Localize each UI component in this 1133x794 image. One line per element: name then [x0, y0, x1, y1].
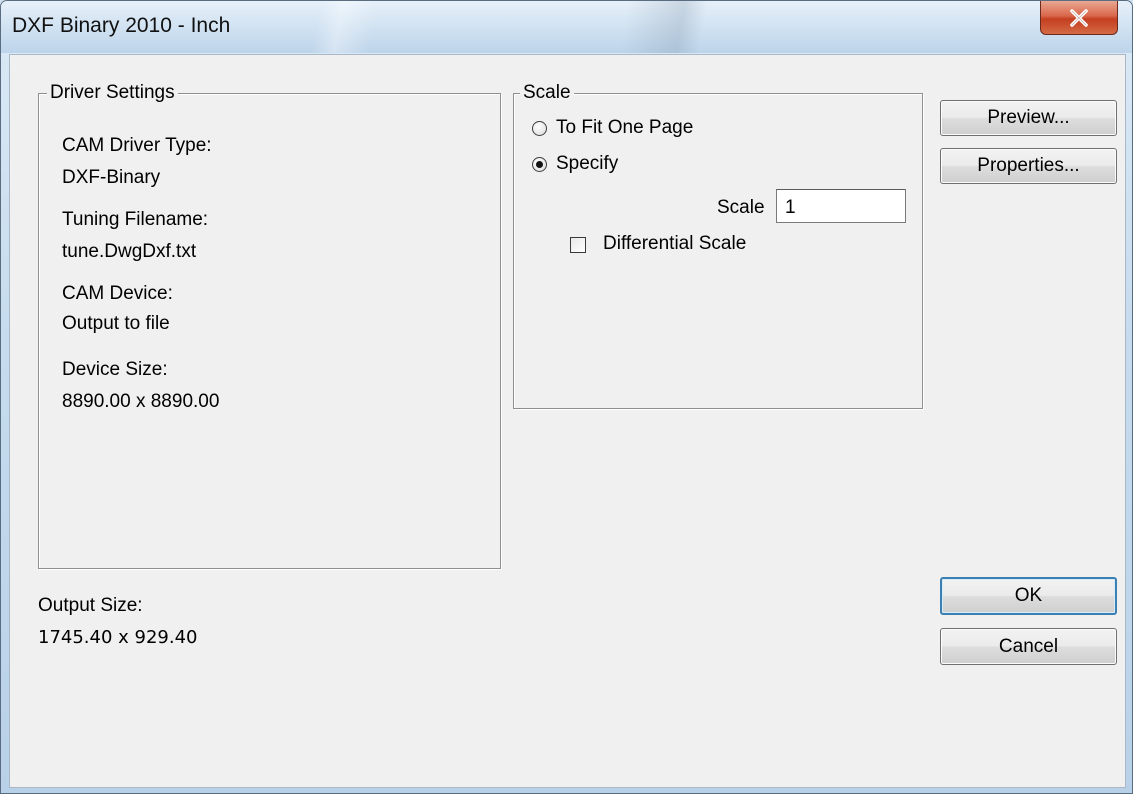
cancel-button-label: Cancel — [998, 635, 1059, 657]
radio-fit-one-page-label: To Fit One Page — [556, 117, 694, 138]
radio-specify-label: Specify — [556, 153, 619, 174]
properties-button[interactable]: Properties... — [940, 148, 1117, 184]
device-size-value: 8890.00 x 8890.00 — [62, 391, 220, 412]
radio-fit-one-page-indicator[interactable] — [532, 121, 547, 136]
radio-specify[interactable]: Specify — [532, 153, 692, 179]
ok-button[interactable]: OK — [940, 577, 1117, 615]
driver-settings-legend: Driver Settings — [47, 81, 178, 105]
differential-scale-checkbox-box[interactable] — [570, 237, 586, 253]
close-button[interactable] — [1040, 1, 1118, 35]
radio-fit-one-page[interactable]: To Fit One Page — [532, 117, 752, 143]
cancel-button[interactable]: Cancel — [940, 628, 1117, 665]
cam-device-label: CAM Device: — [62, 283, 173, 304]
ok-button-label: OK — [1014, 585, 1043, 606]
output-size-value: 1745.40 x 929.40 — [38, 627, 198, 648]
radio-selected-dot — [536, 161, 543, 168]
preview-button-label: Preview... — [987, 107, 1070, 128]
close-icon — [1070, 8, 1088, 27]
cam-driver-type-value: DXF-Binary — [62, 167, 161, 188]
output-size-label: Output Size: — [38, 595, 143, 616]
properties-button-label: Properties... — [977, 155, 1080, 176]
dialog-client-area: Driver Settings CAM Driver Type: DXF-Bin… — [9, 54, 1126, 788]
tuning-filename-label: Tuning Filename: — [62, 209, 209, 230]
scale-input[interactable] — [776, 189, 906, 223]
scale-value-label: Scale — [717, 197, 765, 218]
preview-button[interactable]: Preview... — [940, 100, 1117, 136]
tuning-filename-value: tune.DwgDxf.txt — [62, 241, 197, 262]
cam-device-value: Output to file — [62, 313, 170, 334]
device-size-label: Device Size: — [62, 359, 168, 380]
differential-scale-label: Differential Scale — [603, 233, 747, 254]
title-bar[interactable]: DXF Binary 2010 - Inch — [1, 1, 1132, 53]
window-title: DXF Binary 2010 - Inch — [12, 14, 231, 37]
radio-specify-indicator[interactable] — [532, 157, 547, 172]
differential-scale-checkbox[interactable]: Differential Scale — [570, 233, 810, 261]
scale-legend: Scale — [520, 81, 574, 105]
cam-driver-type-label: CAM Driver Type: — [62, 135, 212, 156]
dialog-window: DXF Binary 2010 - Inch Driver Settings C… — [0, 0, 1133, 794]
